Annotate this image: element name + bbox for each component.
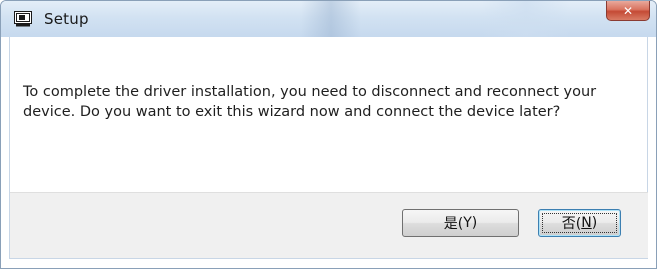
close-icon: ✕ (622, 3, 634, 18)
setup-app-icon (14, 11, 32, 27)
yes-button-mnemonic: Y (463, 215, 472, 231)
yes-button[interactable]: 是(Y) (402, 209, 519, 237)
title-bar-glass-shade (301, 1, 361, 37)
yes-button-label-suffix: ) (471, 215, 478, 231)
title-bar-glass-highlight (481, 1, 571, 37)
no-button-mnemonic: N (581, 215, 592, 231)
no-button-label-suffix: ) (591, 215, 598, 231)
setup-dialog: Setup ✕ To complete the driver installat… (0, 0, 657, 269)
window-title: Setup (44, 10, 89, 28)
title-bar[interactable]: Setup ✕ (1, 1, 656, 37)
dialog-button-bar: 是(Y) 否(N) (10, 192, 648, 258)
close-button[interactable]: ✕ (606, 1, 650, 21)
dialog-message: To complete the driver installation, you… (23, 84, 597, 120)
yes-button-label-prefix: 是( (443, 216, 464, 232)
no-button[interactable]: 否(N) (538, 209, 621, 237)
no-button-label-prefix: 否( (561, 216, 582, 232)
